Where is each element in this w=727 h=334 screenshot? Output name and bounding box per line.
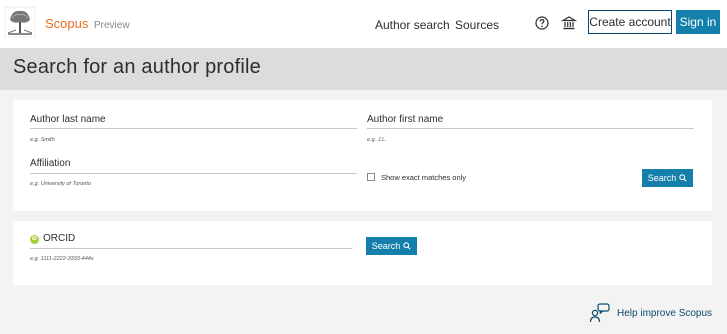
orcid-search-button-label: Search [371, 241, 401, 251]
exact-matches-label[interactable]: Show exact matches only [381, 173, 466, 182]
first-name-label: Author first name [367, 114, 444, 125]
create-account-button[interactable]: Create account [588, 10, 672, 34]
question-circle-icon[interactable] [534, 15, 550, 31]
help-improve-scopus-link[interactable]: Help improve Scopus [589, 303, 712, 323]
nav-sources[interactable]: Sources [455, 18, 499, 32]
help-improve-label: Help improve Scopus [617, 307, 713, 319]
author-name-search-card [13, 100, 712, 211]
orcid-search-button[interactable]: Search [366, 237, 417, 255]
exact-matches-checkbox[interactable] [367, 173, 375, 181]
affiliation-hint: e.g. University of Toronto [30, 181, 91, 187]
orcid-hint: e.g. 1111-2222-3333-444x [30, 256, 94, 262]
elsevier-tree-logo[interactable] [4, 6, 36, 38]
author-search-button[interactable]: Search [642, 169, 693, 187]
brand-suffix: Preview [94, 20, 130, 31]
first-name-input[interactable] [367, 128, 694, 129]
affiliation-input[interactable] [30, 173, 357, 174]
page-title: Search for an author profile [13, 56, 261, 78]
brand-name: Scopus [45, 16, 89, 31]
top-header: Scopus Preview Author search Sources Cre… [0, 0, 727, 48]
first-name-hint: e.g. J.L. [367, 137, 387, 143]
search-icon [679, 174, 687, 182]
orcid-icon: iD [30, 235, 39, 244]
nav-author-search[interactable]: Author search [375, 18, 450, 32]
search-button-label: Search [647, 173, 677, 183]
search-icon [403, 242, 411, 250]
affiliation-label: Affiliation [30, 158, 71, 169]
sign-in-button[interactable]: Sign in [676, 10, 720, 34]
last-name-label: Author last name [30, 114, 106, 125]
last-name-input[interactable] [30, 128, 357, 129]
orcid-input[interactable] [30, 248, 352, 249]
orcid-label: ORCID [43, 233, 76, 244]
institution-icon[interactable] [561, 15, 577, 31]
brand-title[interactable]: Scopus Preview [45, 16, 130, 31]
orcid-search-card [13, 221, 712, 285]
feedback-people-icon [589, 303, 610, 323]
last-name-hint: e.g. Smith [30, 137, 55, 143]
